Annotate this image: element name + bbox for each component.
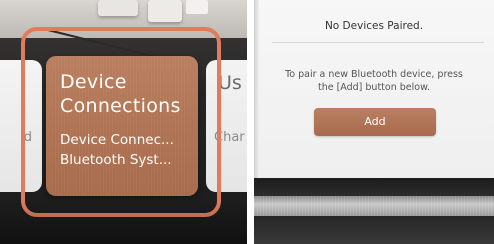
left-photo-panel: d Us Char Device Connections Device Conn… <box>0 0 247 244</box>
photo-separator <box>247 0 254 244</box>
no-devices-message: No Devices Paired. <box>324 20 424 32</box>
bluetooth-screen: No Devices Paired. To pair a new Bluetoo… <box>254 0 494 178</box>
pairing-instruction: To pair a new Bluetooth device, press th… <box>284 68 464 94</box>
photo-shadow <box>0 200 247 244</box>
add-button[interactable]: Add <box>314 108 436 136</box>
dashboard-trim <box>254 196 494 216</box>
right-photo-panel: No Devices Paired. To pair a new Bluetoo… <box>254 0 494 244</box>
background-object <box>148 0 182 22</box>
pairing-instruction-line-2: the [Add] button below. <box>317 82 431 93</box>
background-object <box>98 0 138 16</box>
divider <box>272 42 484 43</box>
menu-card-next-title: Us <box>218 72 242 94</box>
background-object <box>186 0 208 14</box>
highlight-frame <box>21 27 221 217</box>
pairing-instruction-line-1: To pair a new Bluetooth device, press <box>285 69 463 80</box>
dashboard-lower <box>254 216 494 244</box>
